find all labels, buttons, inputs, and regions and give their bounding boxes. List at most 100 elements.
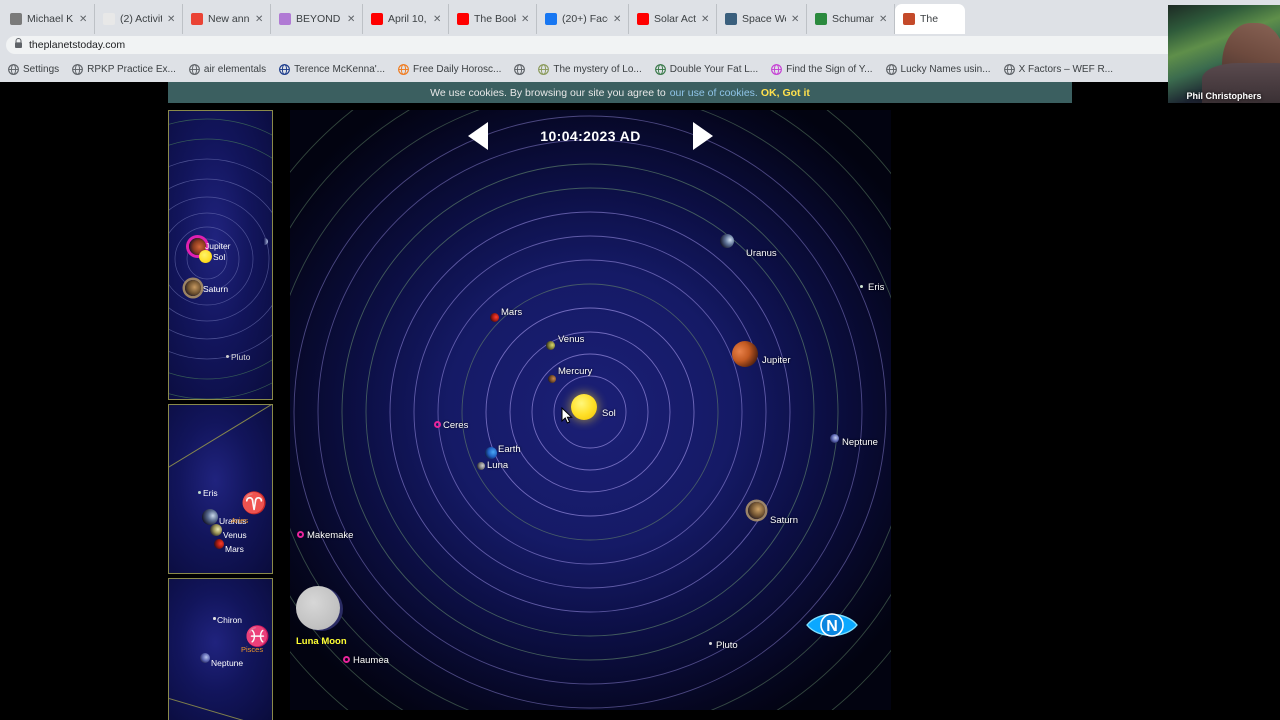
zodiac-pisces-label: Pisces bbox=[241, 645, 264, 654]
sidebar-to-scale-view[interactable]: To Scale View Jupiter Sol Saturn Pluto bbox=[168, 110, 273, 400]
planet-haumea[interactable] bbox=[343, 656, 350, 663]
browser-tab[interactable]: New announce ✕ bbox=[183, 4, 271, 34]
tab-close-icon[interactable]: ✕ bbox=[613, 14, 622, 25]
bookmark-label: X Factors – WEF R... bbox=[1018, 63, 1114, 75]
bookmark-item[interactable]: The mystery of Lo... bbox=[538, 63, 642, 75]
globe-icon bbox=[188, 63, 200, 75]
webcam-overlay[interactable]: Phil Christophers bbox=[1168, 5, 1280, 103]
tab-title: (20+) Faceboo bbox=[562, 13, 608, 25]
bookmark-label: Free Daily Horosc... bbox=[413, 63, 502, 75]
browser-tab[interactable]: Solar Activity ✕ bbox=[629, 4, 717, 34]
geocentric-label-eris: Eris bbox=[203, 488, 218, 498]
bookmark-item[interactable]: Free Daily Horosc... bbox=[398, 64, 501, 75]
tab-close-icon[interactable]: ✕ bbox=[521, 14, 530, 25]
planet-label-ceres: Ceres bbox=[443, 420, 469, 431]
browser-tab[interactable]: The Book of En ✕ bbox=[449, 4, 537, 34]
address-bar[interactable]: theplanetstoday.com bbox=[6, 36, 1182, 54]
geocentric-label-venus: Venus bbox=[223, 530, 247, 540]
logo-letter: N bbox=[826, 618, 838, 635]
luna-moon-graphic bbox=[296, 586, 343, 632]
to-scale-label-sol: Sol bbox=[213, 252, 226, 262]
browser-tab[interactable]: The bbox=[895, 4, 965, 34]
site-logo[interactable]: N bbox=[806, 610, 858, 640]
next-date-button[interactable] bbox=[692, 122, 713, 150]
planet-mercury[interactable] bbox=[548, 375, 556, 383]
to-scale-body-pluto bbox=[226, 355, 229, 358]
luna-moon-disc bbox=[296, 586, 340, 630]
tab-close-icon[interactable]: ✕ bbox=[879, 14, 888, 25]
browser-tab[interactable]: (20+) Faceboo ✕ bbox=[537, 4, 629, 34]
book-icon bbox=[538, 63, 550, 75]
cookie-policy-link[interactable]: our use of cookies. bbox=[670, 87, 758, 99]
to-scale-body-sol bbox=[199, 250, 212, 263]
planet-neptune[interactable] bbox=[830, 434, 839, 443]
cookie-accept-button[interactable]: OK, Got it bbox=[761, 87, 810, 99]
planet-mars[interactable] bbox=[490, 313, 499, 322]
browser-tab[interactable]: April 10, 2023 ✕ bbox=[363, 4, 449, 34]
planet-label-earth: Earth bbox=[498, 444, 521, 455]
planet-luna[interactable] bbox=[477, 462, 485, 470]
bookmark-item[interactable]: Double Your Fat L... bbox=[654, 63, 759, 75]
tab-close-icon[interactable]: ✕ bbox=[701, 14, 710, 25]
geocentric-ecliptic-line bbox=[169, 405, 272, 468]
bookmark-label: RPKP Practice Ex... bbox=[87, 63, 176, 75]
sidebar-geocentric-lower[interactable]: Chiron ♓ Pisces Neptune bbox=[168, 578, 273, 720]
planet-jupiter[interactable] bbox=[732, 341, 758, 367]
bookmark-item[interactable] bbox=[514, 63, 526, 75]
planet-label-haumea: Haumea bbox=[353, 655, 389, 666]
tab-favicon-icon bbox=[457, 13, 469, 25]
planet-earth[interactable] bbox=[485, 447, 497, 459]
bookmark-label: Find the Sign of Y... bbox=[786, 63, 873, 75]
bookmark-item[interactable]: RPKP Practice Ex... bbox=[72, 64, 176, 75]
tab-close-icon[interactable]: ✕ bbox=[255, 14, 264, 25]
tab-favicon-icon bbox=[815, 13, 827, 25]
prev-date-button[interactable] bbox=[468, 122, 489, 150]
tab-close-icon[interactable]: ✕ bbox=[433, 14, 442, 25]
tab-title: The bbox=[920, 13, 939, 25]
tab-close-icon[interactable]: ✕ bbox=[347, 14, 356, 25]
planet-saturn[interactable] bbox=[748, 502, 765, 519]
planet-sol[interactable] bbox=[571, 394, 597, 420]
tab-close-icon[interactable]: ✕ bbox=[167, 14, 176, 25]
tab-favicon-icon bbox=[903, 13, 915, 25]
bookmark-item[interactable]: X Factors – WEF R... bbox=[1003, 63, 1114, 75]
browser-tab[interactable]: Space Weather ✕ bbox=[717, 4, 807, 34]
globe-icon bbox=[1003, 63, 1015, 75]
planet-makemake[interactable] bbox=[297, 531, 304, 538]
tab-favicon-icon bbox=[637, 13, 649, 25]
bookmark-item[interactable]: Find the Sign of Y... bbox=[771, 63, 873, 75]
sidebar-geocentric-view[interactable]: Geocentric View Eris ♈ Uranus Aries Venu… bbox=[168, 404, 273, 574]
geocentric-body-eris bbox=[198, 491, 201, 494]
leaf-icon bbox=[654, 63, 666, 75]
bookmark-label: Lucky Names usin... bbox=[900, 63, 991, 75]
zodiac-pisces-icon: ♓ bbox=[245, 626, 270, 648]
planet-venus[interactable] bbox=[546, 341, 555, 350]
tab-close-icon[interactable]: ✕ bbox=[79, 14, 88, 25]
planet-ceres[interactable] bbox=[434, 421, 441, 428]
planet-label-eris: Eris bbox=[868, 282, 885, 293]
date-navigation: 10:04:2023 AD bbox=[290, 116, 891, 156]
bookmark-item[interactable]: Terence McKenna'... bbox=[279, 64, 385, 75]
zodiac-aries-icon: ♈ bbox=[241, 492, 268, 515]
bookmark-label: Terence McKenna'... bbox=[294, 63, 386, 75]
bookmark-item[interactable]: Lucky Names usin... bbox=[885, 63, 991, 75]
geocentric-label-mars: Mars bbox=[225, 544, 244, 554]
planet-eris[interactable] bbox=[860, 285, 863, 288]
bookmark-item[interactable]: air elementals bbox=[188, 63, 266, 75]
browser-tab[interactable]: Michael K Jaco ✕ bbox=[2, 4, 95, 34]
current-date-label: 10:04:2023 AD bbox=[540, 128, 641, 144]
browser-tab[interactable]: Schumann Res ✕ bbox=[807, 4, 895, 34]
planet-label-mars: Mars bbox=[501, 307, 523, 318]
tab-title: Michael K Jaco bbox=[27, 13, 74, 25]
bookmark-item[interactable]: Settings bbox=[8, 64, 59, 75]
browser-tab[interactable]: BEYOND MYST ✕ bbox=[271, 4, 363, 34]
browser-tab[interactable]: (2) Activity ✕ bbox=[95, 4, 183, 34]
planet-uranus[interactable] bbox=[720, 234, 734, 248]
globe-icon bbox=[514, 63, 526, 75]
solar-system-map[interactable]: 10:04:2023 AD Sol Mercury Venus Mars Ear… bbox=[290, 110, 891, 710]
planet-pluto[interactable] bbox=[709, 642, 712, 645]
clock-icon bbox=[72, 63, 84, 75]
tab-close-icon[interactable]: ✕ bbox=[791, 14, 800, 25]
bookmark-label: Double Your Fat L... bbox=[669, 63, 759, 75]
planet-label-uranus: Uranus bbox=[746, 248, 777, 259]
